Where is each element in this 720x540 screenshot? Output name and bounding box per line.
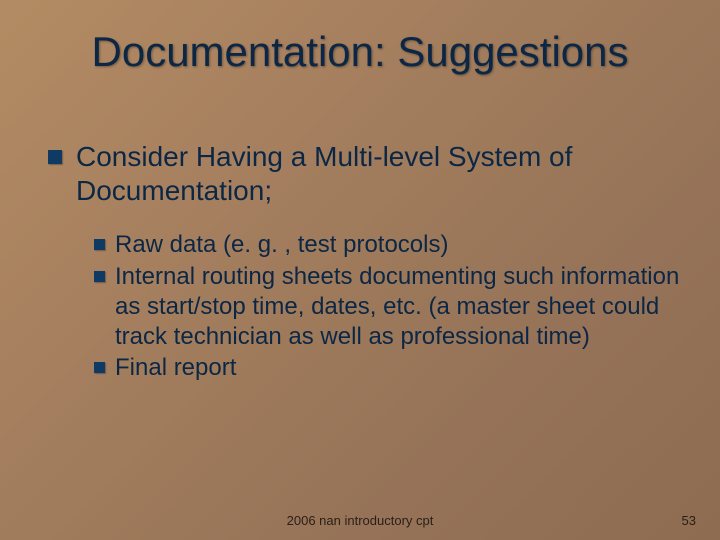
square-bullet-icon [94,271,105,282]
list-item: Internal routing sheets documenting such… [94,262,680,351]
slide-title: Documentation: Suggestions [0,28,720,76]
list-item-text: Raw data (e. g. , test protocols) [115,230,448,260]
list-item: Raw data (e. g. , test protocols) [94,230,680,260]
slide-body: Consider Having a Multi-level System of … [48,140,680,385]
footer-text: 2006 nan introductory cpt [0,513,720,528]
page-number: 53 [682,513,696,528]
list-item-text: Consider Having a Multi-level System of … [76,140,680,208]
square-bullet-icon [94,239,105,250]
slide: Documentation: Suggestions Consider Havi… [0,0,720,540]
list-item: Final report [94,353,680,383]
list-item-text: Final report [115,353,236,383]
sub-list: Raw data (e. g. , test protocols) Intern… [94,230,680,383]
list-item-text: Internal routing sheets documenting such… [115,262,680,351]
list-item: Consider Having a Multi-level System of … [48,140,680,208]
square-bullet-icon [48,150,62,164]
square-bullet-icon [94,362,105,373]
